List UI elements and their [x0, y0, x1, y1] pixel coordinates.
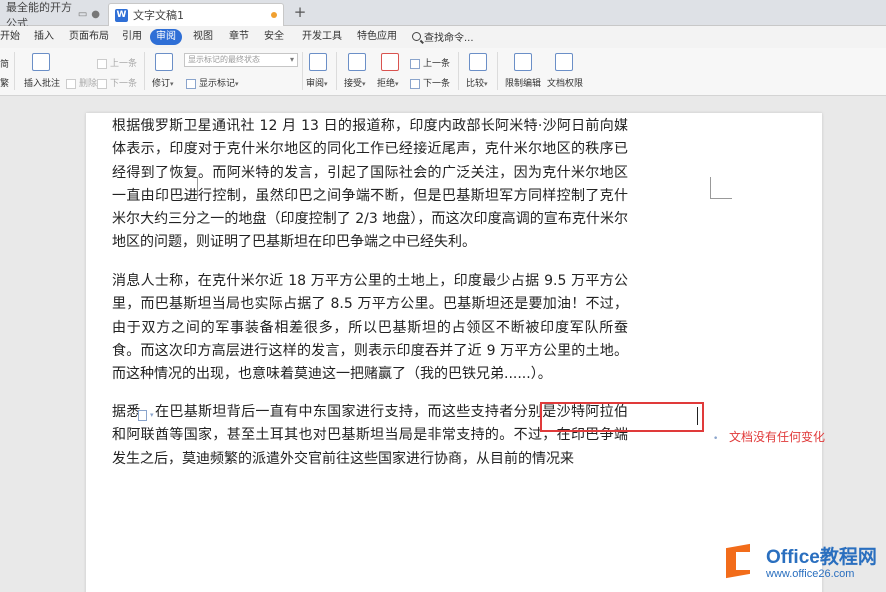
compare-label: 比较	[466, 79, 485, 89]
divider	[458, 52, 459, 90]
paragraph-marker-icon[interactable]	[138, 410, 147, 421]
restrict-edit-button[interactable]: 限制编辑	[505, 76, 541, 89]
command-search-label: 查找命令...	[424, 33, 474, 44]
menu-home[interactable]: 开始	[0, 29, 20, 45]
tab-document-formula[interactable]: 最全能的开方公式 ▭ ●	[0, 1, 106, 30]
new-tab-button[interactable]: +	[292, 3, 308, 21]
tab-bar: 最全能的开方公式 ▭ ● W 文字文稿1 +	[0, 0, 886, 30]
accept-button[interactable]: 接受▾	[344, 76, 366, 89]
watermark: Office教程网 www.office26.com	[722, 538, 884, 588]
accept-label: 接受	[344, 79, 363, 89]
reject-button[interactable]: 拒绝▾	[377, 76, 399, 89]
divider	[144, 52, 145, 90]
compare-icon	[469, 53, 487, 71]
prev-change-label: 上一条	[423, 59, 451, 69]
restrict-edit-icon	[514, 53, 532, 71]
prev-comment-button[interactable]: 上一条	[97, 56, 137, 69]
next-comment-button[interactable]: 下一条	[97, 76, 137, 89]
divider	[14, 52, 15, 90]
paragraph-1[interactable]: 根据俄罗斯卫星通讯社 12 月 13 日的报道称，印度内政部长阿米特·沙阿日前向…	[112, 115, 628, 255]
text-cursor	[697, 407, 698, 425]
menu-page-layout[interactable]: 页面布局	[69, 29, 109, 45]
search-icon	[412, 32, 421, 41]
delete-label: 删除	[79, 79, 98, 89]
annotation-text: 文档没有任何变化	[729, 430, 826, 444]
divider	[302, 52, 303, 90]
review-pane-button[interactable]: 审阅▾	[306, 76, 328, 89]
prev-change-icon	[410, 58, 420, 69]
next-change-button[interactable]: 下一条	[410, 76, 450, 89]
menu-review[interactable]: 审阅	[150, 29, 182, 45]
writer-doc-icon: W	[115, 8, 128, 22]
close-dot-icon[interactable]: ●	[91, 9, 100, 20]
compare-button[interactable]: 比较▾	[466, 76, 488, 89]
track-changes-label: 修订	[152, 79, 171, 89]
chevron-down-icon[interactable]: ▾	[150, 411, 154, 419]
display-mode-select[interactable]: 显示标记的最终状态	[184, 53, 298, 67]
prev-comment-icon	[97, 58, 107, 69]
insert-comment-button[interactable]: 插入批注	[24, 76, 60, 89]
accept-icon	[348, 53, 366, 71]
next-comment-label: 下一条	[110, 79, 138, 89]
margin-corner-top-right	[710, 177, 732, 199]
next-change-icon	[410, 78, 420, 89]
review-label: 审阅	[306, 79, 325, 89]
menu-view[interactable]: 视图	[193, 29, 213, 45]
command-search[interactable]: 查找命令...	[412, 29, 474, 44]
tab-label: 文字文稿1	[133, 9, 184, 22]
reject-icon	[381, 53, 399, 71]
document-permission-button[interactable]: 文档权限	[547, 76, 583, 89]
prev-change-button[interactable]: 上一条	[410, 56, 450, 69]
office-logo-icon	[722, 542, 762, 582]
track-changes-button[interactable]: 修订▾	[152, 76, 174, 89]
next-change-label: 下一条	[423, 79, 451, 89]
insert-comment-icon	[32, 53, 50, 71]
menu-references[interactable]: 引用	[122, 29, 142, 45]
show-markup-icon	[186, 78, 196, 89]
document-permission-icon	[555, 53, 573, 71]
show-markup-button[interactable]: 显示标记▾	[186, 76, 239, 89]
review-toolbar: 简 繁 插入批注 删除▾ 上一条 下一条 修订▾ 显示标记的最终状态 显示标记▾…	[0, 48, 886, 96]
tab-document-active[interactable]: W 文字文稿1	[108, 3, 284, 26]
review-pane-icon	[309, 53, 327, 71]
annotation-pointer-icon: •	[713, 434, 719, 444]
divider	[497, 52, 498, 90]
next-comment-icon	[97, 78, 107, 89]
prev-comment-label: 上一条	[110, 59, 138, 69]
menu-bar: 开始 插入 页面布局 引用 审阅 视图 章节 安全 开发工具 特色应用 查找命令…	[0, 26, 886, 48]
unsaved-dot-icon	[271, 12, 277, 18]
divider	[336, 52, 337, 90]
menu-chapter[interactable]: 章节	[229, 29, 249, 45]
show-markup-label: 显示标记	[199, 79, 236, 89]
traditional-button[interactable]: 繁	[0, 76, 9, 89]
paragraph-2[interactable]: 消息人士称，在克什米尔近 18 万平方公里的土地上，印度最少占据 9.5 万平方…	[112, 270, 628, 386]
watermark-title: Office教程网	[766, 547, 877, 568]
delete-icon	[66, 78, 76, 89]
monitor-icon: ▭	[77, 9, 88, 20]
menu-insert[interactable]: 插入	[34, 29, 54, 45]
track-changes-icon	[155, 53, 173, 71]
watermark-url: www.office26.com	[766, 568, 855, 580]
simplified-button[interactable]: 简	[0, 57, 9, 70]
menu-developer[interactable]: 开发工具	[302, 29, 342, 45]
reject-label: 拒绝	[377, 79, 396, 89]
delete-comment-button[interactable]: 删除▾	[66, 76, 101, 89]
highlight-box	[540, 402, 704, 432]
menu-security[interactable]: 安全	[264, 29, 284, 45]
menu-special[interactable]: 特色应用	[357, 29, 397, 45]
